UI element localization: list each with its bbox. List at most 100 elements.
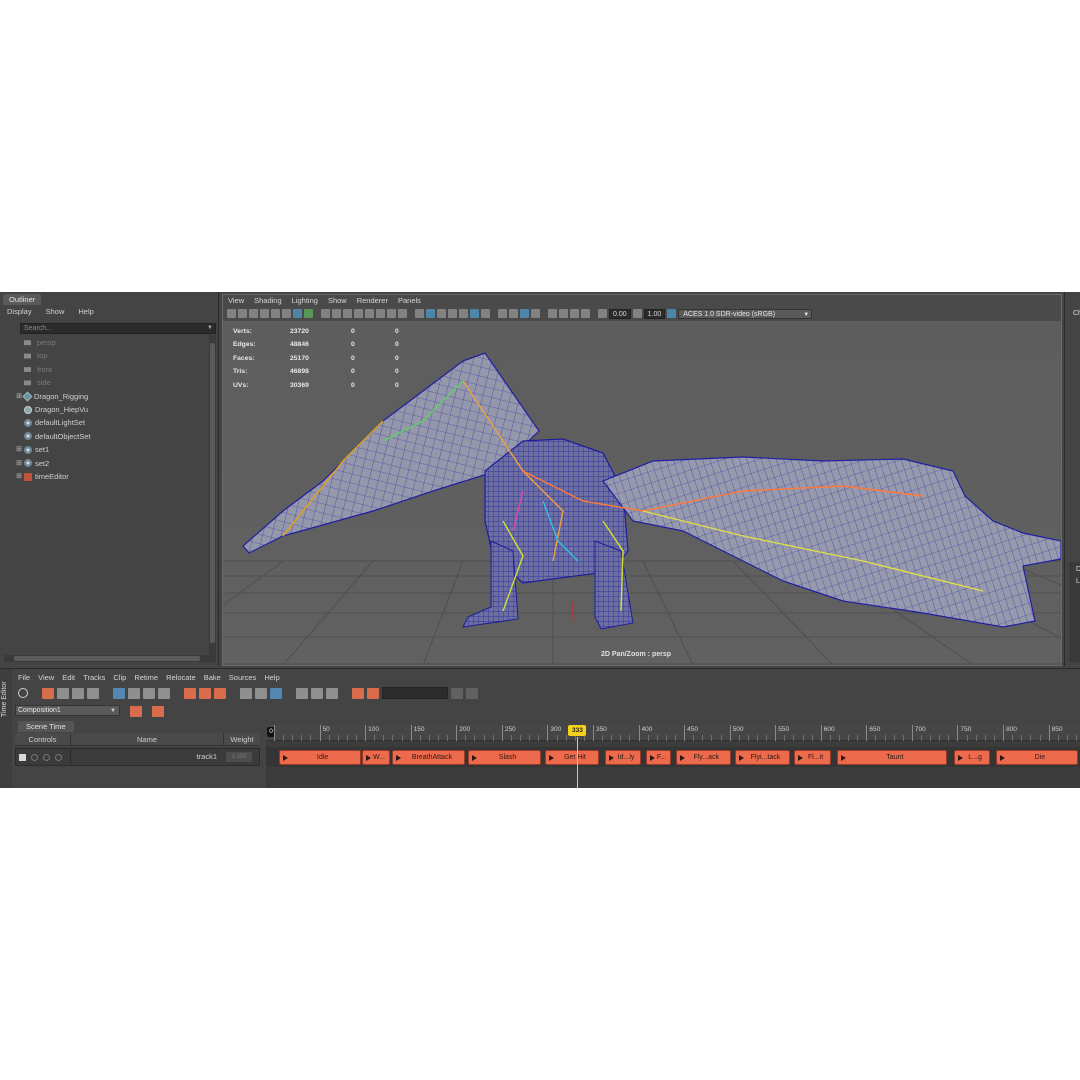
- animation-clip[interactable]: W...: [362, 750, 390, 765]
- outliner-item[interactable]: ⊞ Dragon_Rigging: [14, 390, 206, 403]
- xray-joints-icon[interactable]: [559, 309, 568, 318]
- outliner-tab[interactable]: Outliner: [3, 294, 42, 305]
- xray-icon[interactable]: [548, 309, 557, 318]
- backface-culling-icon[interactable]: [570, 309, 579, 318]
- textured-icon[interactable]: [459, 309, 468, 318]
- exposure-icon[interactable]: [598, 309, 607, 318]
- anti-aliasing-icon[interactable]: [520, 309, 529, 318]
- track-name[interactable]: track1: [70, 749, 221, 765]
- te-menu-file[interactable]: File: [14, 672, 34, 683]
- scale-tool-icon[interactable]: [143, 687, 155, 699]
- te-menu-tracks[interactable]: Tracks: [79, 672, 109, 683]
- outliner-menu-display[interactable]: Display: [0, 306, 39, 318]
- viewport-menu-view[interactable]: View: [223, 295, 249, 306]
- te-menu-bake[interactable]: Bake: [200, 672, 225, 683]
- playhead-line[interactable]: [577, 737, 579, 788]
- bake-key-icon[interactable]: [367, 687, 379, 699]
- animation-clip[interactable]: BreathAttack: [392, 750, 466, 765]
- time-field[interactable]: [382, 687, 448, 699]
- depth-of-field-icon[interactable]: [531, 309, 540, 318]
- select-tool-icon[interactable]: [113, 687, 125, 699]
- outliner-item[interactable]: defaultObjectSet: [14, 430, 206, 443]
- te-menu-clip[interactable]: Clip: [109, 672, 130, 683]
- xray-active-icon[interactable]: [581, 309, 590, 318]
- snap-icon[interactable]: [451, 687, 463, 699]
- animation-clip[interactable]: L...g: [953, 750, 991, 765]
- bookmark-icon[interactable]: [249, 309, 258, 318]
- viewport-menu-panels[interactable]: Panels: [393, 295, 426, 306]
- add-selected-clip-icon[interactable]: [57, 687, 69, 699]
- viewport-menu-show[interactable]: Show: [323, 295, 352, 306]
- animation-clip[interactable]: Idle: [278, 750, 361, 765]
- animation-clip[interactable]: Die: [995, 750, 1078, 765]
- wireframe-on-shaded-icon[interactable]: [448, 309, 457, 318]
- mute-track-icon[interactable]: [31, 753, 38, 761]
- create-group-icon[interactable]: [87, 687, 99, 699]
- gate-mask-icon[interactable]: [332, 309, 341, 318]
- record-key-icon[interactable]: [352, 687, 364, 699]
- smooth-shade-icon[interactable]: [426, 309, 435, 318]
- animation-clip[interactable]: Id...ly: [604, 750, 642, 765]
- field-chart-icon[interactable]: [343, 309, 352, 318]
- relocate-end-icon[interactable]: [214, 687, 226, 699]
- lock-icon[interactable]: [466, 687, 478, 699]
- film-gate-icon[interactable]: [293, 309, 302, 318]
- te-menu-sources[interactable]: Sources: [225, 672, 261, 683]
- frame-all-icon[interactable]: [240, 687, 252, 699]
- image-plane-icon[interactable]: [260, 309, 269, 318]
- track-row[interactable]: track1 1.000: [15, 748, 260, 766]
- screen-space-ao-icon[interactable]: [498, 309, 507, 318]
- loop-icon[interactable]: [270, 687, 282, 699]
- move-tool-icon[interactable]: [128, 687, 140, 699]
- outliner-item[interactable]: persp: [14, 336, 206, 349]
- color-management-icon[interactable]: [667, 309, 677, 318]
- outliner-item[interactable]: defaultLightSet: [14, 416, 206, 429]
- pin-icon[interactable]: [271, 309, 280, 318]
- outliner-item[interactable]: top: [14, 349, 206, 362]
- te-menu-relocate[interactable]: Relocate: [162, 672, 200, 683]
- outliner-menu-help[interactable]: Help: [71, 306, 100, 318]
- te-menu-edit[interactable]: Edit: [58, 672, 79, 683]
- viewport-menu-lighting[interactable]: Lighting: [287, 295, 323, 306]
- outliner-item[interactable]: Dragon_HiepVu: [14, 403, 206, 416]
- new-composition-icon[interactable]: [130, 706, 142, 717]
- frame-selection-icon[interactable]: [255, 687, 267, 699]
- heads-up-icon[interactable]: [387, 309, 396, 318]
- character-icon[interactable]: [296, 687, 308, 699]
- viewport-menu-shading[interactable]: Shading: [249, 295, 287, 306]
- lights-icon[interactable]: [470, 309, 479, 318]
- outliner-search-input[interactable]: Search... ▼: [20, 323, 216, 334]
- track-weight-field[interactable]: 1.000: [226, 752, 252, 762]
- outliner-item[interactable]: front: [14, 363, 206, 376]
- animation-clip[interactable]: Fl...it: [794, 750, 831, 765]
- te-menu-view[interactable]: View: [34, 672, 58, 683]
- expand-icon[interactable]: ⊞: [14, 457, 24, 470]
- outliner-item[interactable]: ⊞ timeEditor: [14, 470, 206, 483]
- camera-select-icon[interactable]: [227, 309, 236, 318]
- expand-icon[interactable]: ⊞: [14, 443, 24, 456]
- solo-track-icon[interactable]: [43, 753, 50, 761]
- shadows-icon[interactable]: [481, 309, 490, 318]
- chevron-down-icon[interactable]: ▼: [110, 706, 116, 716]
- viewport-menu-renderer[interactable]: Renderer: [352, 295, 393, 306]
- animation-clip[interactable]: F...: [645, 750, 672, 765]
- te-menu-retime[interactable]: Retime: [130, 672, 162, 683]
- safe-action-icon[interactable]: [354, 309, 363, 318]
- add-clip-icon[interactable]: [42, 687, 54, 699]
- chevron-down-icon[interactable]: ▼: [207, 324, 213, 333]
- create-audio-icon[interactable]: [72, 687, 84, 699]
- pose-icon[interactable]: [311, 687, 323, 699]
- default-material-icon[interactable]: [437, 309, 446, 318]
- split-tool-icon[interactable]: [158, 687, 170, 699]
- mute-icon[interactable]: [18, 688, 28, 698]
- te-menu-help[interactable]: Help: [260, 672, 283, 683]
- animation-clip[interactable]: Taunt: [837, 750, 947, 765]
- animation-clip[interactable]: Get Hit: [544, 750, 600, 765]
- outliner-item[interactable]: side: [14, 376, 206, 389]
- timeline-area[interactable]: 0 50 100 150 200 250 300 350 400 450 500 550 600 650…: [266, 725, 1080, 788]
- outliner-vertical-scrollbar[interactable]: [209, 335, 216, 655]
- gamma-icon[interactable]: [632, 309, 642, 318]
- lock-track-icon[interactable]: [55, 753, 62, 761]
- animation-clip[interactable]: Fly...ack: [675, 750, 731, 765]
- ghost-icon[interactable]: [326, 687, 338, 699]
